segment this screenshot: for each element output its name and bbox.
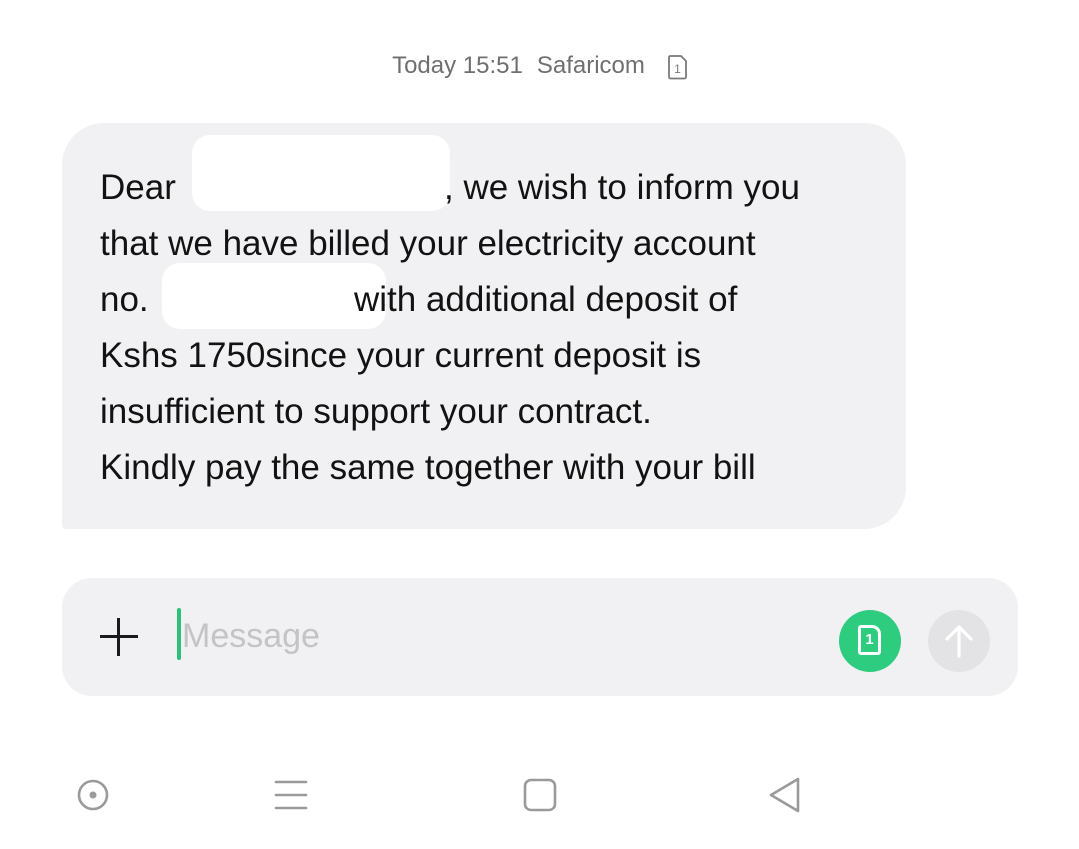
- message-text-line: Dear: [100, 168, 176, 207]
- message-text-line: that we have billed your electricity acc…: [100, 224, 756, 263]
- menu-lines-icon[interactable]: [266, 770, 316, 820]
- message-timestamp: Today 15:51: [392, 52, 523, 79]
- message-text-line: Kshs 1750since your current deposit is: [100, 336, 702, 375]
- send-button[interactable]: [928, 610, 990, 672]
- message-text-line: , we wish to inform you: [444, 168, 800, 207]
- back-triangle-icon[interactable]: [761, 770, 811, 820]
- message-composer: 1: [62, 578, 1018, 696]
- sim-indicator-icon: 1: [667, 54, 687, 80]
- arrow-up-icon: [945, 625, 973, 658]
- message-text-line: with additional deposit of: [354, 280, 738, 319]
- home-circle-icon[interactable]: [68, 770, 118, 820]
- system-nav-bar: [0, 770, 1079, 820]
- square-icon[interactable]: [515, 770, 565, 820]
- redacted-account-number: [162, 263, 386, 329]
- sim-card-icon: 1: [858, 625, 881, 655]
- message-bubble[interactable]: Dear , we wish to inform you that we hav…: [62, 123, 906, 529]
- message-sender: Safaricom: [536, 52, 645, 79]
- message-meta-row: Today 15:51 Safaricom 1: [0, 48, 1079, 84]
- message-text-line: Kindly pay the same together with your b…: [100, 448, 756, 487]
- message-input[interactable]: [182, 608, 802, 664]
- sim-indicator-number: 1: [674, 62, 681, 76]
- text-cursor: [177, 608, 181, 660]
- sim-select-button[interactable]: 1: [839, 610, 901, 672]
- message-text-line: no.: [100, 280, 149, 319]
- redacted-name: [192, 135, 450, 211]
- add-attachment-icon[interactable]: [98, 616, 140, 658]
- message-text-line: insufficient to support your contract.: [100, 392, 652, 431]
